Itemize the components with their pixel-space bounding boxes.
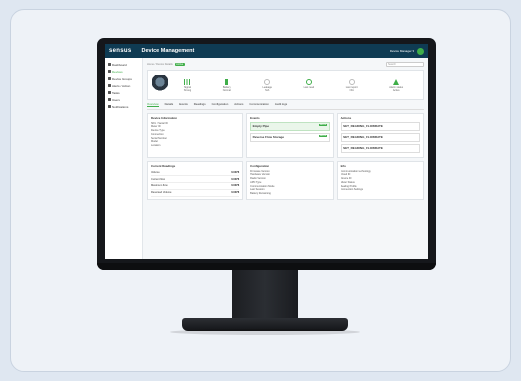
stat-last-read: Last read	[304, 78, 314, 92]
reading-row: Current flow 0.0076	[151, 176, 240, 184]
event-item[interactable]: Active Empty Pipe	[250, 121, 330, 131]
stat-signal: Signal Strong	[184, 78, 191, 92]
bell-icon	[108, 105, 111, 108]
monitor-stand-neck	[232, 270, 298, 322]
dashboard-icon	[108, 63, 111, 66]
signal-icon	[184, 78, 191, 85]
gear-icon	[348, 78, 355, 85]
sidebar-item-devices[interactable]: Devices	[105, 68, 142, 75]
reading-row: Reversed Volume 0.0076	[151, 190, 240, 197]
brand-logo: sensus	[109, 48, 132, 54]
tab-communication[interactable]: Communication	[249, 102, 268, 107]
action-item[interactable]: SET_READING_FLOWRATE	[340, 132, 420, 142]
action-item[interactable]: SET_READING_FLOWRATE	[340, 143, 420, 153]
stat-alarm: Alarm status Active	[389, 78, 403, 92]
reading-row: Maximum flow 0.0076	[151, 183, 240, 190]
battery-icon	[225, 78, 229, 85]
tab-details[interactable]: Details	[165, 102, 174, 107]
sidebar-item-alerts[interactable]: Alerts / Action	[105, 82, 142, 89]
meter-image	[152, 75, 168, 95]
user-menu[interactable]: Device Manager ▾	[390, 49, 414, 53]
monitor-screen: sensus Device Management Device Manager …	[105, 44, 428, 259]
tab-overview[interactable]: Overview	[147, 102, 159, 107]
stat-last-report: Last report N/A	[346, 78, 358, 92]
alert-icon	[108, 84, 111, 87]
status-badge: Active	[174, 62, 185, 67]
monitor-chin	[97, 263, 436, 270]
tab-configuration[interactable]: Configuration	[212, 102, 229, 107]
clock-icon	[305, 78, 312, 85]
sidebar-item-device-groups[interactable]: Device Groups	[105, 75, 142, 82]
avatar[interactable]	[417, 47, 424, 55]
stat-battery: Battery Normal	[223, 78, 231, 92]
sidebar-item-dashboard[interactable]: Dashboard	[105, 61, 142, 68]
actions-card: Actions SET_READING_FLOWRATE SET_READING…	[336, 112, 424, 158]
event-item[interactable]: Active Reverse Flow Storage	[250, 132, 330, 142]
action-item[interactable]: SET_READING_FLOWRATE	[340, 121, 420, 131]
tab-events[interactable]: Events	[179, 102, 188, 107]
info-card: Info Communication technology Cloud ID D…	[336, 160, 424, 200]
search-input[interactable]: Search	[386, 62, 424, 67]
main-content: Home / Device Details Active Search Sign…	[143, 58, 428, 259]
app-topbar: sensus Device Management Device Manager …	[105, 44, 428, 58]
device-info-card: Device Information SKU / Serial ID Meter…	[147, 112, 244, 158]
breadcrumb: Home / Device Details Active	[147, 62, 185, 67]
users-icon	[108, 98, 111, 101]
tab-actions[interactable]: Actions	[234, 102, 243, 107]
tab-bar: Overview Details Events Readings Configu…	[147, 102, 424, 110]
configuration-card: Configuration Firmware Version Hardware …	[246, 160, 334, 200]
reading-row: Volume 0.0076	[151, 170, 240, 177]
stand-shadow	[170, 329, 360, 335]
current-readings-card: Current Readings Volume 0.0076 Current fl…	[147, 160, 244, 200]
devices-icon	[108, 70, 111, 73]
stat-leakage: Leakage N/A	[262, 78, 272, 92]
events-card: Events Active Empty Pipe Active Reverse Fl…	[246, 112, 334, 158]
tab-readings[interactable]: Readings	[194, 102, 206, 107]
app-title: Device Management	[141, 48, 195, 54]
leak-icon	[264, 78, 271, 85]
groups-icon	[108, 77, 111, 80]
warning-icon	[393, 78, 400, 85]
sidebar: Dashboard Devices Device Groups Alerts /…	[105, 58, 143, 259]
sidebar-item-notifications[interactable]: Notifications	[105, 103, 142, 110]
tab-audit-logs[interactable]: Audit logs	[275, 102, 287, 107]
tasks-icon	[108, 91, 111, 94]
device-header: Signal Strong Battery Normal Leakage N/A La…	[147, 70, 424, 100]
sidebar-item-tasks[interactable]: Tasks	[105, 89, 142, 96]
sidebar-item-users[interactable]: Users	[105, 96, 142, 103]
